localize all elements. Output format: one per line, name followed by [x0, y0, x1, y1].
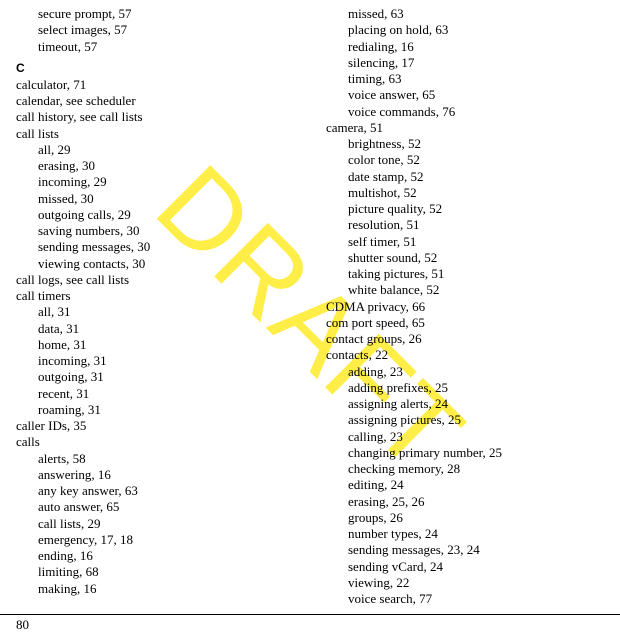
- index-subentry: number types, 24: [348, 526, 604, 542]
- index-subentry: secure prompt, 57: [38, 6, 294, 22]
- index-subentry: taking pictures, 51: [348, 266, 604, 282]
- index-subentry: erasing, 30: [38, 158, 294, 174]
- index-subentry: editing, 24: [348, 477, 604, 493]
- index-subentry: select images, 57: [38, 22, 294, 38]
- index-column-left: secure prompt, 57select images, 57timeou…: [16, 6, 294, 614]
- index-entry: calendar, see scheduler: [16, 93, 294, 109]
- index-subentry: sending messages, 23, 24: [348, 542, 604, 558]
- index-subentry: self timer, 51: [348, 234, 604, 250]
- index-entry: CDMA privacy, 66: [326, 299, 604, 315]
- index-subentry: timeout, 57: [38, 39, 294, 55]
- index-subentry: redialing, 16: [348, 39, 604, 55]
- index-entry: calls: [16, 434, 294, 450]
- index-subentry: resolution, 51: [348, 217, 604, 233]
- index-subentry: emergency, 17, 18: [38, 532, 294, 548]
- index-entry: call history, see call lists: [16, 109, 294, 125]
- index-subentry: data, 31: [38, 321, 294, 337]
- index-page: secure prompt, 57select images, 57timeou…: [0, 0, 620, 614]
- index-subentry: adding prefixes, 25: [348, 380, 604, 396]
- index-entry: caller IDs, 35: [16, 418, 294, 434]
- index-subentry: silencing, 17: [348, 55, 604, 71]
- index-column-right: missed, 63placing on hold, 63redialing, …: [326, 6, 604, 614]
- index-subentry: outgoing, 31: [38, 369, 294, 385]
- index-subentry: all, 31: [38, 304, 294, 320]
- index-subentry: erasing, 25, 26: [348, 494, 604, 510]
- index-subentry: roaming, 31: [38, 402, 294, 418]
- index-subentry: recent, 31: [38, 386, 294, 402]
- index-subentry: voice commands, 76: [348, 104, 604, 120]
- index-subentry: adding, 23: [348, 364, 604, 380]
- index-subentry: limiting, 68: [38, 564, 294, 580]
- index-entry: contacts, 22: [326, 347, 604, 363]
- index-subentry: call lists, 29: [38, 516, 294, 532]
- index-subentry: answering, 16: [38, 467, 294, 483]
- index-subentry: saving numbers, 30: [38, 223, 294, 239]
- index-subentry: sending messages, 30: [38, 239, 294, 255]
- index-subentry: placing on hold, 63: [348, 22, 604, 38]
- index-subentry: shutter sound, 52: [348, 250, 604, 266]
- index-entry: contact groups, 26: [326, 331, 604, 347]
- index-subentry: ending, 16: [38, 548, 294, 564]
- index-subentry: sending vCard, 24: [348, 559, 604, 575]
- index-subentry: any key answer, 63: [38, 483, 294, 499]
- index-subentry: alerts, 58: [38, 451, 294, 467]
- index-subentry: brightness, 52: [348, 136, 604, 152]
- index-subentry: missed, 30: [38, 191, 294, 207]
- index-entry: call logs, see call lists: [16, 272, 294, 288]
- index-subentry: auto answer, 65: [38, 499, 294, 515]
- index-subentry: all, 29: [38, 142, 294, 158]
- index-subentry: home, 31: [38, 337, 294, 353]
- index-letter-heading: C: [16, 61, 294, 76]
- index-subentry: multishot, 52: [348, 185, 604, 201]
- index-subentry: incoming, 29: [38, 174, 294, 190]
- index-entry: call timers: [16, 288, 294, 304]
- page-footer: 80: [0, 614, 620, 637]
- index-subentry: color tone, 52: [348, 152, 604, 168]
- index-subentry: viewing, 22: [348, 575, 604, 591]
- index-subentry: assigning alerts, 24: [348, 396, 604, 412]
- index-subentry: date stamp, 52: [348, 169, 604, 185]
- index-subentry: missed, 63: [348, 6, 604, 22]
- index-subentry: assigning pictures, 25: [348, 412, 604, 428]
- index-subentry: making, 16: [38, 581, 294, 597]
- index-subentry: voice answer, 65: [348, 87, 604, 103]
- page-number: 80: [16, 617, 29, 632]
- index-entry: call lists: [16, 126, 294, 142]
- index-subentry: voice search, 77: [348, 591, 604, 607]
- index-subentry: changing primary number, 25: [348, 445, 604, 461]
- index-subentry: checking memory, 28: [348, 461, 604, 477]
- index-entry: camera, 51: [326, 120, 604, 136]
- index-subentry: white balance, 52: [348, 282, 604, 298]
- index-subentry: outgoing calls, 29: [38, 207, 294, 223]
- index-subentry: calling, 23: [348, 429, 604, 445]
- index-subentry: groups, 26: [348, 510, 604, 526]
- index-subentry: viewing contacts, 30: [38, 256, 294, 272]
- index-subentry: picture quality, 52: [348, 201, 604, 217]
- index-entry: com port speed, 65: [326, 315, 604, 331]
- index-entry: calculator, 71: [16, 77, 294, 93]
- index-subentry: incoming, 31: [38, 353, 294, 369]
- index-subentry: timing, 63: [348, 71, 604, 87]
